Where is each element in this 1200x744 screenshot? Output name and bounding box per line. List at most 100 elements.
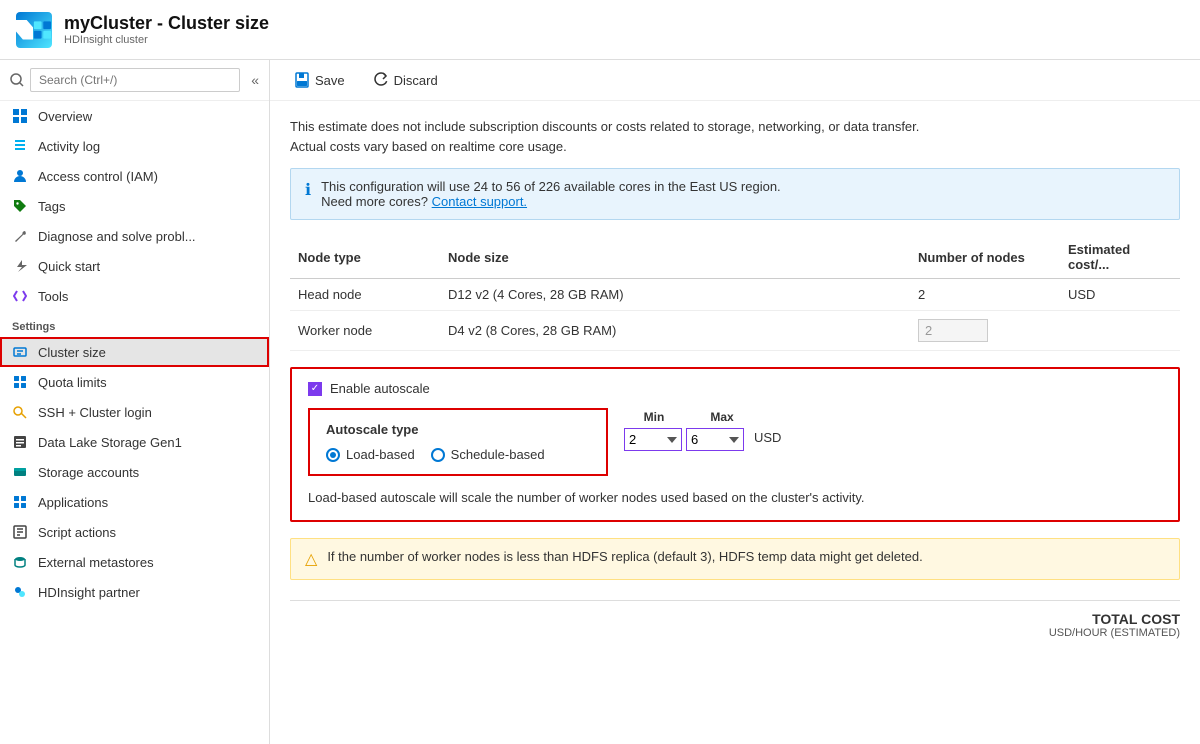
sidebar-list: Overview Activity log Access control (IA… [0, 101, 269, 744]
schedule-based-radio[interactable] [431, 448, 445, 462]
sidebar-item-ssh-login[interactable]: SSH + Cluster login [0, 397, 269, 427]
load-based-option[interactable]: Load-based [326, 447, 415, 462]
save-button[interactable]: Save [286, 68, 353, 92]
info-text: This estimate does not include subscript… [290, 117, 1180, 156]
sidebar-collapse-button[interactable]: « [251, 72, 259, 88]
sidebar-item-label: Quick start [38, 259, 100, 274]
list-icon [12, 138, 28, 154]
sidebar-search-bar: « [0, 60, 269, 101]
script-icon [12, 524, 28, 540]
sidebar-item-label: Tags [38, 199, 65, 214]
cost-head: USD [1060, 279, 1180, 311]
sidebar-item-quickstart[interactable]: Quick start [0, 251, 269, 281]
sidebar-item-diagnose[interactable]: Diagnose and solve probl... [0, 221, 269, 251]
page-title: myCluster - Cluster size [64, 13, 269, 34]
enable-autoscale-checkbox[interactable] [308, 382, 322, 396]
discard-icon [373, 72, 389, 88]
node-type-worker: Worker node [290, 311, 440, 351]
autoscale-header: Enable autoscale [308, 381, 1162, 396]
autoscale-type-radio-group: Load-based Schedule-based [326, 447, 590, 462]
content-body: This estimate does not include subscript… [270, 101, 1200, 744]
table-row: Head node D12 v2 (4 Cores, 28 GB RAM) 2 … [290, 279, 1180, 311]
storage-icon [12, 434, 28, 450]
discard-label: Discard [394, 73, 438, 88]
search-input[interactable] [30, 68, 240, 92]
node-type-head: Head node [290, 279, 440, 311]
sidebar-item-label: Storage accounts [38, 465, 139, 480]
schedule-based-option[interactable]: Schedule-based [431, 447, 545, 462]
load-based-label: Load-based [346, 447, 415, 462]
col-node-type: Node type [290, 236, 440, 279]
sidebar-item-label: Overview [38, 109, 92, 124]
autoscale-section: Enable autoscale Autoscale type Load-bas… [290, 367, 1180, 522]
total-cost-title: TOTAL COST [1049, 611, 1180, 627]
sidebar-item-label: Script actions [38, 525, 116, 540]
sidebar-item-external-metastores[interactable]: External metastores [0, 547, 269, 577]
sidebar-item-hdinsight-partner[interactable]: HDInsight partner [0, 577, 269, 607]
contact-support-link[interactable]: Contact support. [432, 194, 527, 209]
storage2-icon [12, 464, 28, 480]
person-icon [12, 168, 28, 184]
save-label: Save [315, 73, 345, 88]
col-node-size: Node size [440, 236, 910, 279]
worker-nodes-input[interactable] [918, 319, 988, 342]
sidebar: « Overview Activity log [0, 60, 270, 744]
sidebar-item-script-actions[interactable]: Script actions [0, 517, 269, 547]
min-select[interactable]: 2 3 4 [624, 428, 682, 451]
sidebar-item-access-control[interactable]: Access control (IAM) [0, 161, 269, 191]
discard-button[interactable]: Discard [365, 68, 446, 92]
sidebar-item-cluster-size[interactable]: Cluster size [0, 337, 269, 367]
sidebar-item-tags[interactable]: Tags [0, 191, 269, 221]
sidebar-item-data-lake[interactable]: Data Lake Storage Gen1 [0, 427, 269, 457]
key-icon [12, 404, 28, 420]
min-label: Min [624, 410, 684, 424]
node-table: Node type Node size Number of nodes Esti… [290, 236, 1180, 351]
content-area: Save Discard This estimate does not incl… [270, 60, 1200, 744]
sidebar-item-label: External metastores [38, 555, 154, 570]
sidebar-item-activity-log[interactable]: Activity log [0, 131, 269, 161]
sidebar-item-storage-accounts[interactable]: Storage accounts [0, 457, 269, 487]
top-bar: myCluster - Cluster size HDInsight clust… [0, 0, 1200, 60]
sidebar-item-label: SSH + Cluster login [38, 405, 152, 420]
max-label: Max [692, 410, 752, 424]
bolt-icon [12, 258, 28, 274]
header-title-block: myCluster - Cluster size HDInsight clust… [64, 13, 269, 46]
node-size-worker: D4 v2 (8 Cores, 28 GB RAM) [440, 311, 910, 351]
autoscale-description: Load-based autoscale will scale the numb… [308, 488, 1162, 508]
settings-section-label: Settings [0, 311, 269, 337]
max-select[interactable]: 6 7 8 [686, 428, 744, 451]
grid-icon [12, 108, 28, 124]
save-icon [294, 72, 310, 88]
autoscale-type-label: Autoscale type [326, 422, 590, 437]
resize-icon [12, 344, 28, 360]
load-based-radio[interactable] [326, 448, 340, 462]
col-estimated-cost: Estimated cost/... [1060, 236, 1180, 279]
sidebar-item-label: Applications [38, 495, 108, 510]
code-icon [12, 288, 28, 304]
apps2-icon [12, 494, 28, 510]
sidebar-item-label: Cluster size [38, 345, 106, 360]
total-cost-sublabel: USD/HOUR (ESTIMATED) [1049, 627, 1180, 639]
search-icon [10, 73, 24, 87]
sidebar-item-label: Access control (IAM) [38, 169, 158, 184]
warning-text: If the number of worker nodes is less th… [327, 549, 922, 564]
app-icon [16, 12, 52, 48]
sidebar-item-quota-limits[interactable]: Quota limits [0, 367, 269, 397]
node-size-head: D12 v2 (4 Cores, 28 GB RAM) [440, 279, 910, 311]
sidebar-item-label: Activity log [38, 139, 100, 154]
autoscale-usd: USD [754, 430, 781, 449]
sidebar-item-overview[interactable]: Overview [0, 101, 269, 131]
sidebar-item-label: Diagnose and solve probl... [38, 229, 196, 244]
sidebar-item-label: Quota limits [38, 375, 107, 390]
config-info-text: This configuration will use 24 to 56 of … [321, 179, 781, 209]
sidebar-item-applications[interactable]: Applications [0, 487, 269, 517]
page-subtitle: HDInsight cluster [64, 34, 269, 46]
sidebar-item-tools[interactable]: Tools [0, 281, 269, 311]
autoscale-type-box: Autoscale type Load-based Schedule-based [308, 408, 608, 476]
minmax-inputs: 2 3 4 6 7 8 USD [624, 428, 781, 451]
apps-icon [12, 374, 28, 390]
wrench-icon [12, 228, 28, 244]
num-nodes-worker [910, 311, 1060, 351]
sidebar-item-label: Tools [38, 289, 68, 304]
minmax-labels: Min Max [624, 410, 781, 424]
